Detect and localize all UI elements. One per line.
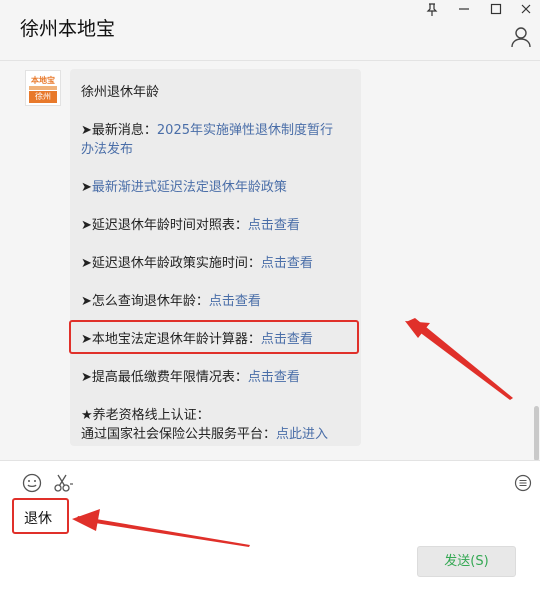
chat-scrollbar[interactable]: [534, 406, 539, 461]
item-link[interactable]: 点此进入: [276, 427, 328, 442]
emoji-icon[interactable]: [21, 472, 43, 494]
sender-avatar[interactable]: 本地宝 徐州: [25, 70, 61, 106]
message-item: 办法发布: [81, 138, 133, 157]
minimize-icon[interactable]: [450, 0, 478, 18]
message-item: ➤提高最低缴费年限情况表：点击查看: [81, 366, 300, 385]
input-area: 退休 发送(S): [0, 460, 540, 590]
item-link[interactable]: 办法发布: [81, 142, 133, 157]
pin-icon[interactable]: [418, 0, 446, 18]
item-link[interactable]: 2025年实施弹性退休制度暂行: [157, 123, 333, 138]
message-input[interactable]: 退休: [24, 508, 52, 528]
maximize-icon[interactable]: [482, 0, 510, 18]
message-item: ★养老资格线上认证：: [81, 404, 210, 423]
message-item: ➤延迟退休年龄政策实施时间：点击查看: [81, 252, 313, 271]
item-link[interactable]: 点击查看: [248, 370, 300, 385]
close-icon[interactable]: [512, 0, 540, 18]
message-bubble: 徐州退休年龄 ➤最新消息：2025年实施弹性退休制度暂行 办法发布 ➤最新渐进式…: [70, 69, 361, 446]
calculator-highlight-box: [69, 320, 359, 354]
title-bar: 徐州本地宝: [0, 0, 540, 61]
send-button[interactable]: 发送(S): [417, 546, 516, 577]
user-profile-icon[interactable]: [510, 26, 532, 48]
message-heading: 徐州退休年龄: [81, 85, 160, 100]
item-label: ➤: [81, 180, 92, 195]
item-link[interactable]: 点击查看: [209, 294, 261, 309]
chat-title: 徐州本地宝: [20, 18, 116, 40]
item-label: ➤怎么查询退休年龄：: [81, 294, 209, 309]
avatar-logo-city: 徐州: [29, 91, 57, 103]
chat-history-icon[interactable]: [512, 472, 534, 494]
item-label: 通过国家社会保险公共服务平台：: [81, 427, 277, 442]
item-label: ★养老资格线上认证：: [81, 408, 210, 423]
message-item: ➤最新渐进式延迟法定退休年龄政策: [81, 176, 287, 195]
message-item: 通过国家社会保险公共服务平台：点此进入: [81, 423, 328, 442]
item-link[interactable]: 点击查看: [261, 256, 313, 271]
item-label: ➤最新消息：: [81, 123, 157, 138]
item-link[interactable]: 点击查看: [248, 218, 300, 233]
item-link[interactable]: 最新渐进式延迟法定退休年龄政策: [92, 180, 287, 195]
message-item: ➤延迟退休年龄时间对照表：点击查看: [81, 214, 300, 233]
chat-area[interactable]: 本地宝 徐州 徐州退休年龄 ➤最新消息：2025年实施弹性退休制度暂行 办法发布…: [0, 61, 540, 461]
message-item: ➤最新消息：2025年实施弹性退休制度暂行: [81, 119, 333, 138]
avatar-logo-stripe: [29, 86, 57, 90]
item-label: ➤提高最低缴费年限情况表：: [81, 370, 248, 385]
scissors-icon[interactable]: [53, 472, 75, 494]
item-label: ➤延迟退休年龄政策实施时间：: [81, 256, 261, 271]
item-label: ➤延迟退休年龄时间对照表：: [81, 218, 248, 233]
message-item: ➤怎么查询退休年龄：点击查看: [81, 290, 261, 309]
